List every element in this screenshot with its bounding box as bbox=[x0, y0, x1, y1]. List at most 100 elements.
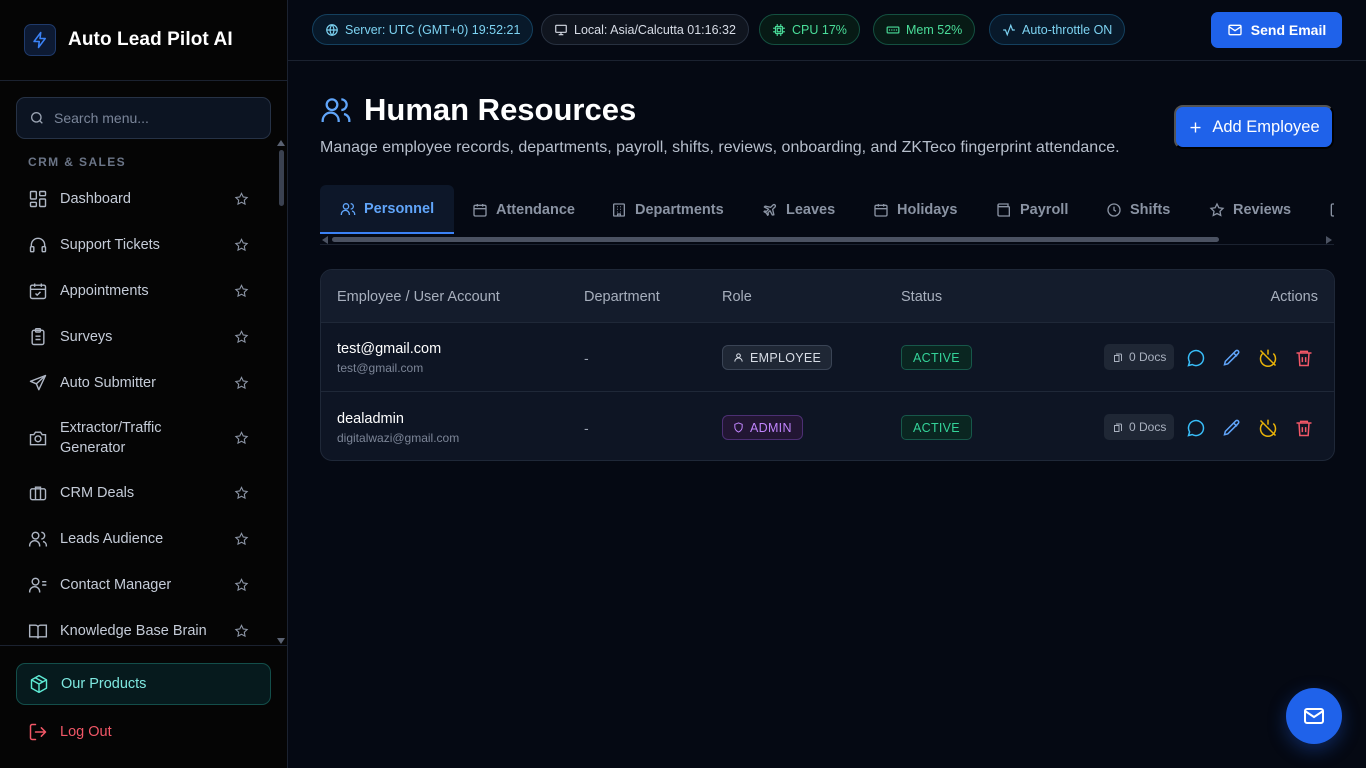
send-icon bbox=[29, 374, 47, 391]
tab-leaves[interactable]: Leaves bbox=[762, 185, 835, 234]
logout-button[interactable]: Log Out bbox=[28, 722, 112, 742]
headset-icon bbox=[29, 237, 47, 253]
scroll-left-arrow-icon[interactable] bbox=[322, 236, 328, 244]
sidebar-item-extractor-traffic-generator[interactable]: Extractor/Traffic Generator bbox=[16, 406, 271, 470]
star-icon[interactable] bbox=[234, 192, 249, 207]
auto-throttle-text: Auto-throttle ON bbox=[1022, 22, 1113, 37]
docs-button[interactable]: 0 Docs bbox=[1104, 344, 1175, 370]
star-icon[interactable] bbox=[234, 532, 249, 547]
memory-usage-pill: Mem 52% bbox=[873, 14, 976, 45]
table-row[interactable]: test@gmail.com test@gmail.com - EMPLOYEE… bbox=[321, 323, 1334, 392]
search-input[interactable] bbox=[54, 110, 254, 126]
tab-personnel[interactable]: Personnel bbox=[320, 185, 455, 234]
scroll-right-arrow-icon[interactable] bbox=[1326, 236, 1332, 244]
scroll-up-arrow-icon[interactable] bbox=[277, 140, 285, 146]
sidebar-item-auto-submitter[interactable]: Auto Submitter bbox=[16, 360, 271, 406]
calendar-grid-icon bbox=[874, 203, 888, 217]
edit-icon[interactable] bbox=[1222, 348, 1242, 368]
star-icon[interactable] bbox=[234, 284, 249, 299]
message-icon[interactable] bbox=[1186, 348, 1206, 368]
trash-icon[interactable] bbox=[1294, 418, 1314, 438]
role-badge: ADMIN bbox=[722, 415, 803, 440]
user-icon bbox=[734, 353, 743, 362]
tabs-scrollbar-thumb[interactable] bbox=[332, 237, 1219, 242]
star-icon[interactable] bbox=[234, 431, 249, 446]
shield-icon bbox=[734, 422, 743, 433]
sidebar: Auto Lead Pilot AI CRM & SALES Dashboard… bbox=[0, 0, 288, 768]
deactivate-icon[interactable] bbox=[1258, 348, 1278, 368]
tab-attendance[interactable]: Attendance bbox=[472, 185, 575, 234]
sidebar-item-crm-deals[interactable]: CRM Deals bbox=[16, 470, 271, 516]
sidebar-item-surveys[interactable]: Surveys bbox=[16, 314, 271, 360]
employee-department: - bbox=[584, 350, 589, 366]
send-email-button[interactable]: Send Email bbox=[1211, 12, 1342, 48]
star-icon[interactable] bbox=[234, 330, 249, 345]
tab-reviews[interactable]: Reviews bbox=[1209, 185, 1291, 234]
users-icon bbox=[28, 531, 48, 547]
calendar-icon bbox=[473, 203, 487, 217]
sidebar-item-label: Extractor/Traffic Generator bbox=[60, 420, 162, 456]
star-icon[interactable] bbox=[234, 578, 249, 593]
sidebar-item-dashboard[interactable]: Dashboard bbox=[16, 176, 271, 222]
star-icon[interactable] bbox=[234, 624, 249, 639]
logout-label: Log Out bbox=[60, 724, 112, 740]
sidebar-item-label: Surveys bbox=[60, 329, 113, 345]
tab-payroll[interactable]: Payroll bbox=[996, 185, 1068, 234]
search-icon bbox=[31, 112, 43, 124]
sidebar-search[interactable] bbox=[16, 97, 271, 139]
sidebar-item-leads-audience[interactable]: Leads Audience bbox=[16, 516, 271, 562]
tab-shifts[interactable]: Shifts bbox=[1106, 185, 1170, 234]
camera-icon bbox=[29, 431, 47, 446]
edit-icon[interactable] bbox=[1222, 418, 1242, 438]
brand[interactable]: Auto Lead Pilot AI bbox=[0, 0, 287, 81]
deactivate-icon[interactable] bbox=[1258, 418, 1278, 438]
tab-label: Reviews bbox=[1233, 201, 1292, 218]
add-employee-label: Add Employee bbox=[1212, 117, 1320, 136]
tab-label: Payroll bbox=[1020, 201, 1069, 218]
tab-bar: Personnel Attendance Departments Leaves … bbox=[320, 185, 1334, 234]
wallet-icon bbox=[997, 202, 1010, 217]
memory-usage-text: Mem 52% bbox=[906, 22, 963, 37]
message-icon[interactable] bbox=[1186, 418, 1206, 438]
server-time-pill: Server: UTC (GMT+0) 19:52:21 bbox=[312, 14, 534, 45]
add-employee-button[interactable]: Add Employee bbox=[1174, 105, 1334, 149]
server-time-text: Server: UTC (GMT+0) 19:52:21 bbox=[345, 22, 521, 37]
employee-name: test@gmail.com bbox=[337, 341, 442, 357]
page-title: Human Resources bbox=[364, 92, 637, 127]
sidebar-item-label: CRM Deals bbox=[60, 485, 135, 501]
cpu-usage-pill: CPU 17% bbox=[759, 14, 860, 45]
sidebar-item-contact-manager[interactable]: Contact Manager bbox=[16, 562, 271, 608]
sidebar-item-appointments[interactable]: Appointments bbox=[16, 268, 271, 314]
tab-overflow-icon[interactable] bbox=[1328, 185, 1334, 234]
sidebar-item-label: Knowledge Base Brain bbox=[60, 623, 207, 639]
docs-count: 0 Docs bbox=[1129, 420, 1167, 434]
cpu-icon bbox=[773, 23, 785, 36]
docs-count: 0 Docs bbox=[1129, 350, 1167, 364]
tabs-scrollbar[interactable] bbox=[320, 235, 1334, 245]
role-text: ADMIN bbox=[750, 420, 792, 435]
star-icon[interactable] bbox=[234, 238, 249, 253]
tab-holidays[interactable]: Holidays bbox=[873, 185, 957, 234]
trash-icon[interactable] bbox=[1294, 348, 1314, 368]
our-products-label: Our Products bbox=[61, 676, 147, 692]
sidebar-menu: Dashboard Support Tickets Appointments S… bbox=[16, 176, 271, 654]
sidebar-scrollbar-thumb[interactable] bbox=[279, 150, 284, 206]
monitor-icon bbox=[555, 24, 567, 35]
top-bar: Server: UTC (GMT+0) 19:52:21 Local: Asia… bbox=[288, 0, 1366, 61]
docs-button[interactable]: 0 Docs bbox=[1104, 414, 1175, 440]
star-icon[interactable] bbox=[234, 486, 249, 501]
scroll-down-arrow-icon[interactable] bbox=[277, 638, 285, 644]
table-row[interactable]: dealadmin digitalwazi@gmail.com - ADMIN … bbox=[321, 393, 1334, 460]
sidebar-item-support-tickets[interactable]: Support Tickets bbox=[16, 222, 271, 268]
our-products-button[interactable]: Our Products bbox=[16, 663, 271, 705]
tab-departments[interactable]: Departments bbox=[611, 185, 724, 234]
users-icon bbox=[340, 202, 356, 215]
status-badge: ACTIVE bbox=[901, 415, 972, 440]
sidebar-item-label: Dashboard bbox=[60, 191, 131, 207]
floating-mail-button[interactable] bbox=[1286, 688, 1342, 744]
sidebar-footer: Our Products Log Out bbox=[0, 645, 287, 768]
star-icon[interactable] bbox=[234, 376, 249, 391]
documents-icon bbox=[1114, 423, 1122, 432]
mail-icon bbox=[1228, 24, 1242, 36]
section-label-crm-sales: CRM & SALES bbox=[28, 155, 127, 169]
